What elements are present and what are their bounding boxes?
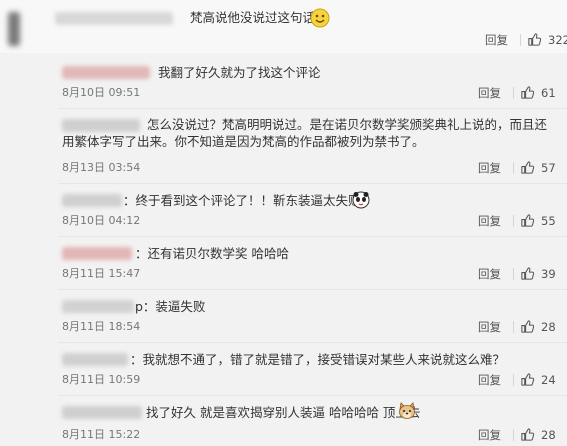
divider xyxy=(58,108,567,109)
thumbs-up-icon xyxy=(521,267,535,280)
like-count: 61 xyxy=(541,86,556,100)
username-blurred[interactable] xyxy=(62,66,150,79)
thumbs-up-icon xyxy=(521,373,535,386)
separator xyxy=(513,321,514,333)
reply-time: 8月10日 09:51 xyxy=(62,86,141,99)
username-blurred[interactable] xyxy=(62,247,132,260)
reply-time: 8月10日 04:12 xyxy=(62,214,141,227)
reply-text: 找了好久 就是喜欢揭穿别人装逼 哈哈哈哈 顶上去 xyxy=(146,405,421,420)
divider xyxy=(58,342,567,343)
reply-button[interactable]: 回复 xyxy=(478,373,501,387)
separator xyxy=(513,87,514,99)
username-blurred[interactable] xyxy=(62,353,128,366)
reply-time: 8月13日 03:54 xyxy=(62,161,141,174)
reply-button[interactable]: 回复 xyxy=(478,428,501,442)
like-count: 57 xyxy=(541,161,556,175)
comment-text: 梵高说他没说过这句话 xyxy=(190,10,316,25)
separator xyxy=(513,429,514,441)
like-count: 28 xyxy=(541,320,556,334)
like-count: 39 xyxy=(541,267,556,281)
divider xyxy=(58,289,567,290)
separator xyxy=(513,162,514,174)
username-blurred[interactable] xyxy=(62,300,134,313)
smiley-emoji xyxy=(310,8,330,32)
like-count: 24 xyxy=(541,373,556,387)
reply-text: ：还有诺贝尔数学奖 哈哈哈 xyxy=(135,246,289,261)
reply-text: ：终于看到这个评论了！！靳东装逼太失败 xyxy=(123,193,361,208)
thumbs-up-icon xyxy=(521,86,535,99)
reply-text: p：装逼失败 xyxy=(135,299,206,314)
thumbs-up-icon xyxy=(528,33,542,46)
reply-time: 8月11日 10:59 xyxy=(62,373,141,386)
username-blurred[interactable] xyxy=(62,406,142,419)
separator xyxy=(513,268,514,280)
like-count: 28 xyxy=(541,428,556,442)
reply-button[interactable]: 回复 xyxy=(478,214,501,228)
avatar[interactable] xyxy=(8,12,20,46)
reply-button[interactable]: 回复 xyxy=(478,86,501,100)
separator xyxy=(513,374,514,386)
reply-time: 8月11日 15:22 xyxy=(62,428,141,441)
like-count: 55 xyxy=(541,214,556,228)
doge-emoji xyxy=(397,401,417,425)
reply-button[interactable]: 回复 xyxy=(478,161,501,175)
reply-button[interactable]: 回复 xyxy=(478,267,501,281)
reply-button[interactable]: 回复 xyxy=(485,33,508,47)
separator xyxy=(520,34,521,46)
separator xyxy=(513,215,514,227)
username-blurred[interactable] xyxy=(62,194,122,207)
thumbs-up-icon xyxy=(521,320,535,333)
divider xyxy=(58,236,567,237)
username-blurred[interactable] xyxy=(55,12,173,25)
reply-time: 8月11日 15:47 xyxy=(62,267,141,280)
reply-text: 怎么没说过？梵高明明说过。是在诺贝尔数学奖颁奖典礼上说的，而且还用繁体字写了出来… xyxy=(62,117,548,149)
divider xyxy=(58,395,567,396)
thumbs-up-icon xyxy=(521,428,535,441)
main-comment: 梵高说他没说过这句话 回复 322 xyxy=(0,0,567,53)
like-count: 322 xyxy=(548,33,567,47)
reply-text: 我翻了好久就为了找这个评论 xyxy=(158,65,321,80)
panda-emoji xyxy=(352,191,370,213)
divider xyxy=(58,183,567,184)
thumbs-up-icon xyxy=(521,214,535,227)
thumbs-up-icon xyxy=(521,161,535,174)
reply-button[interactable]: 回复 xyxy=(478,320,501,334)
reply-text: ：我就想不通了，错了就是错了，接受错误对某些人来说就这么难？ xyxy=(130,352,506,367)
reply-time: 8月11日 18:54 xyxy=(62,320,141,333)
